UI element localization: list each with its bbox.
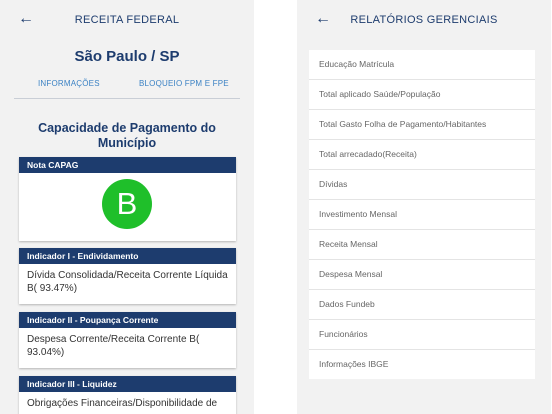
report-item[interactable]: Educação Matrícula [309,50,535,80]
report-item[interactable]: Total Gasto Folha de Pagamento/Habitante… [309,110,535,140]
report-item[interactable]: Despesa Mensal [309,260,535,290]
indicator-card-1: Indicador I - Endividamento Dívida Conso… [19,248,236,304]
capag-grade-badge: B [102,179,152,229]
indicator-card-3: Indicador III - Liquidez Obrigações Fina… [19,376,236,414]
header-title: RECEITA FEDERAL [74,14,180,26]
tab-bloqueio-fpm-fpe[interactable]: BLOQUEIO FPM E FPE [139,79,229,88]
section-title: Capacidade de Pagamento do Município [38,121,216,150]
report-item[interactable]: Dados Fundeb [309,290,535,320]
report-item[interactable]: Dívidas [309,170,535,200]
indicator-card-2: Indicador II - Poupança Corrente Despesa… [19,312,236,368]
city-title: São Paulo / SP [74,48,180,65]
report-item[interactable]: Total arrecadado(Receita) [309,140,535,170]
header-bar: ← RELATÓRIOS GERENCIAIS [297,0,551,40]
header-bar: ← RECEITA FEDERAL [0,0,254,40]
indicator-text: Dívida Consolidada/Receita Corrente Líqu… [27,270,228,294]
receita-federal-screen: ← RECEITA FEDERAL São Paulo / SP INFORMA… [0,0,254,414]
tab-bar: INFORMAÇÕES BLOQUEIO FPM E FPE [14,79,240,99]
header-title: RELATÓRIOS GERENCIAIS [350,14,498,26]
capag-header: Nota CAPAG [19,157,236,173]
report-item[interactable]: Informações IBGE [309,350,535,379]
report-item[interactable]: Total aplicado Saúde/População [309,80,535,110]
capag-card: Nota CAPAG B [19,157,236,241]
indicator-text: Obrigações Financeiras/Disponibilidade d… [27,398,218,409]
indicator-header: Indicador I - Endividamento [19,248,236,264]
indicator-header: Indicador II - Poupança Corrente [19,312,236,328]
relatorios-gerenciais-screen: ← RELATÓRIOS GERENCIAIS Educação Matrícu… [297,0,551,414]
report-item[interactable]: Funcionários [309,320,535,350]
tab-informacoes[interactable]: INFORMAÇÕES [38,79,100,88]
indicator-text: Despesa Corrente/Receita Corrente B( 93.… [27,334,200,358]
report-item[interactable]: Investimento Mensal [309,200,535,230]
indicator-header: Indicador III - Liquidez [19,376,236,392]
report-list: Educação Matrícula Total aplicado Saúde/… [309,50,535,379]
report-item[interactable]: Receita Mensal [309,230,535,260]
